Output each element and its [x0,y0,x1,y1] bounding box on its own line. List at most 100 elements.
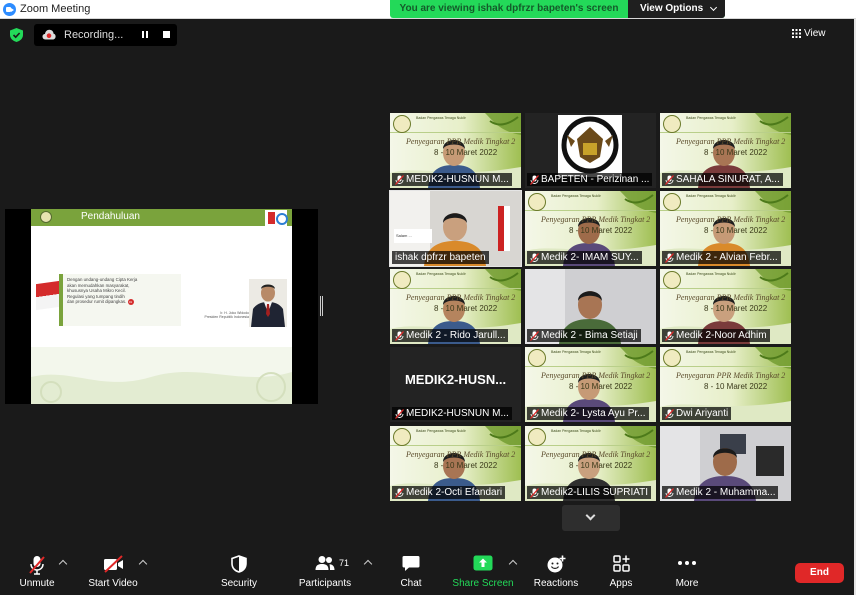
unmute-button[interactable]: Unmute [14,547,60,595]
participant-tile[interactable]: Badan Pengawas Tenaga Nuklir Penyegaran P… [390,269,521,344]
security-button[interactable]: Security [215,547,263,595]
participant-tile[interactable]: Badan Pengawas Tenaga Nuklir Penyegaran P… [390,113,521,188]
banner-date-text: 8 - 10 Maret 2022 [704,226,768,235]
bapeten-seal-icon [663,193,681,211]
meeting-toolbar: Unmute Start Video Security Participants… [0,547,856,595]
participant-name: Medik 2- IMAM SUY... [541,252,639,263]
banner-title-text: Penyegaran PPR Medik Tingkat 2 [676,137,786,146]
view-options-button[interactable]: View Options [628,0,725,18]
participant-tile[interactable]: Salam ... ishak dpfrzr bapeten [389,190,522,267]
president-photo [249,279,287,327]
participant-tile[interactable]: BAPETEN - Perizinan ... [525,113,656,188]
stop-recording-icon[interactable] [163,31,170,38]
participant-tile[interactable]: Medik 2 - Bima Setiaji [525,269,656,344]
presentation-slide: Pendahuluan Dengan undang-undang Cipta K… [31,209,292,404]
banner-org-text: Badan Pengawas Tenaga Nuklir [686,350,736,354]
banner-date-text: 8 - 10 Maret 2022 [434,304,498,313]
reactions-smiley-icon [547,555,566,573]
participant-tile[interactable]: MEDIK2-HUSN... MEDIK2-HUSNUN M... [390,347,521,422]
participant-name-plate: Medik 2-Noor Adhim [662,329,770,342]
banner-date-text: 8 - 10 Maret 2022 [434,461,498,470]
participant-name-plate: ishak dpfrzr bapeten [392,251,489,264]
banner-date-text: 8 - 10 Maret 2022 [704,304,768,313]
participant-tile[interactable]: Badan Pengawas Tenaga Nuklir Penyegaran P… [525,347,656,422]
audio-options-caret-icon[interactable] [58,559,68,569]
participant-tile[interactable]: Badan Pengawas Tenaga Nuklir Penyegaran P… [525,191,656,266]
banner-title-text: Penyegaran PPR Medik Tingkat 2 [676,215,786,224]
participant-tile[interactable]: Badan Pengawas Tenaga Nuklir Penyegaran P… [525,426,656,501]
participant-name: Medik 2 - Bima Setiaji [541,330,638,341]
chat-bubble-icon [402,556,420,571]
banner-title-text: Penyegaran PPR Medik Tingkat 2 [406,137,516,146]
microphone-muted-icon [395,175,404,185]
slide-line: dan prosedur rumit dipangkas. 01 [67,299,134,306]
bapeten-seal-icon [663,115,681,133]
bapeten-seal-icon [393,115,411,133]
participant-tile[interactable]: Badan Pengawas Tenaga Nuklir Penyegaran P… [660,113,791,188]
participant-name: SAHALA SINURAT, A... [676,174,780,185]
more-button[interactable]: More [668,547,706,595]
share-screen-label: Share Screen [452,578,514,589]
banner-org-text: Badan Pengawas Tenaga Nuklir [686,116,736,120]
participant-tile[interactable]: Medik 2 - Muhamma... [660,426,791,501]
participants-label: Participants [298,578,352,589]
viewing-banner: You are viewing ishak dpfrzr bapeten's s… [390,0,725,18]
apps-button[interactable]: Apps [604,547,638,595]
end-meeting-button[interactable]: End [795,563,844,583]
participants-button[interactable]: Participants [296,547,354,595]
banner-date-text: 8 - 10 Maret 2022 [434,148,498,157]
svg-text:Salam ...: Salam ... [396,233,412,238]
participant-name: Medik 2-Noor Adhim [676,330,767,341]
shared-screen[interactable]: Pendahuluan Dengan undang-undang Cipta K… [5,209,318,404]
participant-count: 71 [339,558,350,568]
grid-view-icon [792,29,801,38]
chevron-down-icon [585,510,596,521]
participant-tile[interactable]: Badan Pengawas Tenaga Nuklir Penyegaran P… [660,191,791,266]
participant-tile[interactable]: Badan Pengawas Tenaga Nuklir Penyegaran P… [390,426,521,501]
security-shield-icon [231,555,247,573]
video-options-caret-icon[interactable] [138,559,148,569]
more-dots-icon [678,561,696,565]
participant-tile[interactable]: Badan Pengawas Tenaga Nuklir Penyegaran P… [660,347,791,422]
participants-options-caret-icon[interactable] [363,559,373,569]
microphone-muted-icon [530,488,539,498]
chevron-down-icon [709,3,718,12]
speaker-caption: Ir. H. Joko Widodo Presiden Republik Ind… [203,311,249,319]
participant-name: Medik 2 - Rido Jarull... [406,330,506,341]
microphone-muted-icon [395,409,404,419]
share-screen-button[interactable]: Share Screen [451,547,515,595]
chat-button[interactable]: Chat [392,547,430,595]
banner-org-text: Badan Pengawas Tenaga Nuklir [686,194,736,198]
share-screen-icon [473,555,493,571]
viewing-screen-text: You are viewing ishak dpfrzr bapeten's s… [399,3,619,14]
recording-label: Recording... [64,29,124,41]
bapeten-seal-icon [528,428,546,446]
banner-date-text: 8 - 10 Maret 2022 [704,148,768,157]
microphone-muted-icon [665,253,674,263]
splitter-handle[interactable] [320,296,323,316]
bapeten-seal-icon [528,349,546,367]
reactions-button[interactable]: Reactions [533,547,579,595]
participant-name: Medik 2- Lysta Ayu Pr... [541,408,646,419]
view-label: View [804,28,826,39]
participant-name-plate: SAHALA SINURAT, A... [662,173,783,186]
encryption-shield-icon[interactable] [10,28,23,42]
bapeten-seal-icon [663,349,681,367]
gallery-next-page-button[interactable] [562,505,620,531]
microphone-muted-icon [395,488,404,498]
microphone-muted-icon [530,175,539,185]
banner-title-text: Penyegaran PPR Medik Tingkat 2 [406,293,516,302]
pause-recording-icon[interactable] [140,30,150,40]
slide-title: Pendahuluan [81,211,140,222]
banner-title-text: Penyegaran PPR Medik Tingkat 2 [541,215,651,224]
slide-header: Pendahuluan [31,209,292,226]
microphone-muted-icon [395,331,404,341]
view-button[interactable]: View [792,28,826,39]
banner-org-text: Badan Pengawas Tenaga Nuklir [416,272,466,276]
banner-date-text: 8 - 10 Maret 2022 [569,226,633,235]
start-video-button[interactable]: Start Video [86,547,140,595]
participant-tile[interactable]: Badan Pengawas Tenaga Nuklir Penyegaran P… [660,269,791,344]
microphone-muted-icon [665,409,674,419]
banner-title-text: Penyegaran PPR Medik Tingkat 2 [541,371,651,380]
participant-name-plate: Medik 2 - Muhamma... [662,486,779,499]
